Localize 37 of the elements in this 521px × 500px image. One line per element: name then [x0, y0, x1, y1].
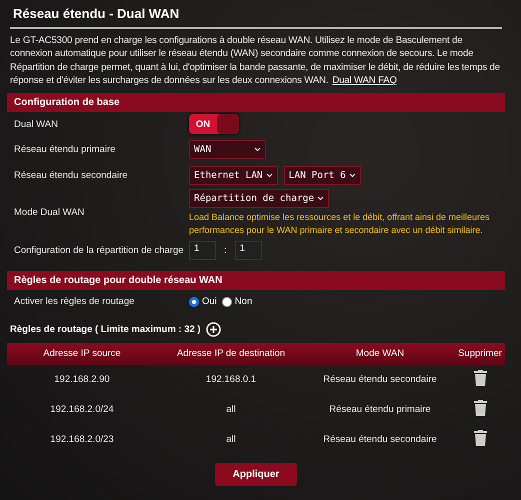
page-title: Réseau étendu - Dual WAN	[10, 6, 502, 29]
section-header: Configuration de base	[7, 92, 505, 112]
ratio-field[interactable]: 1	[234, 241, 262, 260]
table-cell-text: all	[225, 433, 237, 448]
ratio-separator: :	[224, 245, 227, 256]
rules-title: Règles de routage ( Limite maximum : 32 )	[10, 324, 201, 335]
field-label: Dual WAN	[14, 118, 59, 130]
ratio-field[interactable]: 1	[189, 241, 216, 260]
faq-link[interactable]: Dual WAN FAQ	[332, 75, 397, 86]
table-cell-text: all	[225, 403, 237, 418]
dropdown[interactable]: Ethernet LAN	[189, 166, 278, 186]
field-label: Mode Dual WAN	[14, 207, 86, 218]
table-cell: 192.168.0.1	[157, 364, 305, 395]
table-cell: 192.168.2.90	[7, 364, 157, 395]
table-cell-text: 192.168.2.0/23	[49, 433, 115, 448]
column-header: Adresse IP de destination	[157, 342, 305, 365]
field-label: Réseau étendu secondaire	[14, 170, 129, 182]
dropdown[interactable]: LAN Port 6	[284, 166, 361, 186]
field-label: Réseau étendu primaire	[14, 144, 116, 156]
dual-wan-toggle[interactable]: ON	[189, 114, 239, 134]
dropdown[interactable]: Répartition de charge	[189, 188, 330, 208]
table-cell-text: Réseau étendu primaire	[328, 403, 432, 418]
column-header: Supprimer	[455, 342, 505, 365]
column-header: Mode WAN	[305, 342, 455, 365]
column-header: Adresse IP source	[7, 342, 157, 365]
table-cell: Réseau étendu secondaire	[305, 364, 455, 395]
section-header: Règles de routage pour double réseau WAN	[7, 270, 505, 290]
description-text: Le GT-AC5300 prend en charge les configurations à double réseau WAN. Utilisez le mode de Basculement de connexion automatique pour utiliser le réseau étendu (WAN) secondaire comme connexion de secours. Le mode Répartition de charge permet, quant à lui, d'optimiser la bande passante, de maximiser le débit, de réduire les temps de réponse et d'éviter les surcharges de données sur les deux connexions WAN. Dual WAN FAQ	[10, 34, 501, 88]
dropdown[interactable]: WAN	[189, 140, 266, 160]
table-cell-text: 192.168.2.0/24	[49, 403, 115, 418]
field-label: Activer les règles de routage	[14, 296, 136, 308]
field-label: Configuration de la répartition de charge	[14, 245, 185, 256]
table-cell-text: Réseau étendu secondaire	[322, 433, 438, 448]
apply-button[interactable]: Appliquer	[215, 462, 297, 486]
mode-note: Load Balance optimise les ressources et le débit, offrant ainsi de meilleures performances pour le WAN primaire et secondaire avec un débit similaire.	[189, 210, 490, 237]
radio-option[interactable]: Oui	[189, 296, 217, 308]
radio-option[interactable]: Non	[222, 296, 252, 308]
